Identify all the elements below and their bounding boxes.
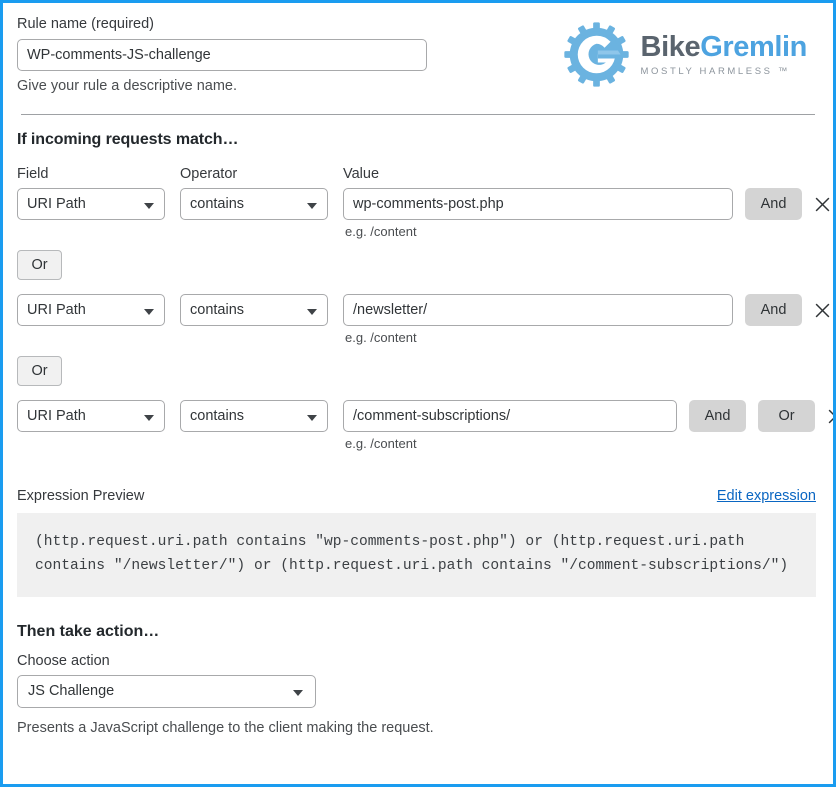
- or-button[interactable]: Or: [758, 400, 815, 432]
- operator-select[interactable]: contains: [180, 400, 328, 432]
- value-input[interactable]: [343, 188, 733, 220]
- chevron-down-icon: [144, 309, 154, 315]
- value-hint: e.g. /content: [345, 224, 417, 239]
- chevron-down-icon: [307, 203, 317, 209]
- logo-word-bike: Bike: [640, 30, 701, 63]
- remove-condition-button[interactable]: [827, 400, 833, 432]
- header-row: Rule name (required) Give your rule a de…: [17, 14, 819, 96]
- close-icon: [815, 197, 830, 211]
- action-select-value: JS Challenge: [28, 683, 115, 699]
- condition-row: URI Path contains e.g. /content And: [17, 188, 830, 239]
- chevron-down-icon: [144, 415, 154, 421]
- rule-editor-content: Rule name (required) Give your rule a de…: [3, 3, 833, 784]
- value-input[interactable]: [343, 294, 733, 326]
- bikegremlin-logo: BikeGremlin MOSTLY HARMLESS ™: [563, 21, 807, 88]
- and-button[interactable]: And: [745, 188, 802, 220]
- chevron-down-icon: [144, 203, 154, 209]
- chevron-down-icon: [307, 415, 317, 421]
- column-header-field: Field: [17, 166, 49, 182]
- condition-row: URI Path contains e.g. /content And: [17, 294, 830, 345]
- operator-select-value: contains: [190, 196, 245, 212]
- or-separator-button-1[interactable]: Or: [17, 250, 62, 280]
- gear-g-logo-icon: [563, 22, 629, 87]
- rule-name-group: Rule name (required) Give your rule a de…: [17, 14, 427, 96]
- field-select[interactable]: URI Path: [17, 400, 165, 432]
- logo-tagline: MOSTLY HARMLESS ™: [640, 65, 790, 77]
- field-select[interactable]: URI Path: [17, 188, 165, 220]
- chevron-down-icon: [293, 690, 303, 696]
- edit-expression-link[interactable]: Edit expression: [717, 488, 816, 504]
- value-group: e.g. /content: [343, 294, 733, 345]
- operator-select[interactable]: contains: [180, 294, 328, 326]
- rule-name-label: Rule name (required): [17, 16, 155, 32]
- field-select[interactable]: URI Path: [17, 294, 165, 326]
- remove-condition-button[interactable]: [814, 188, 831, 220]
- logo-wordmark: BikeGremlin MOSTLY HARMLESS ™: [640, 30, 808, 77]
- field-select-value: URI Path: [27, 196, 86, 212]
- value-input[interactable]: [343, 400, 677, 432]
- expression-preview-header: Expression Preview Edit expression: [17, 488, 819, 504]
- and-button[interactable]: And: [689, 400, 746, 432]
- remove-condition-button[interactable]: [814, 294, 831, 326]
- and-button[interactable]: And: [745, 294, 802, 326]
- logo-word-gremlin: Gremlin: [700, 30, 807, 63]
- expression-preview-text: (http.request.uri.path contains "wp-comm…: [17, 513, 816, 597]
- value-hint: e.g. /content: [345, 436, 417, 451]
- column-header-value: Value: [343, 166, 380, 182]
- action-description: Presents a JavaScript challenge to the c…: [17, 720, 434, 736]
- value-group: e.g. /content: [343, 188, 733, 239]
- chevron-down-icon: [307, 309, 317, 315]
- close-icon: [828, 409, 833, 423]
- logo-word: BikeGremlin: [640, 30, 808, 63]
- operator-select[interactable]: contains: [180, 188, 328, 220]
- rule-editor-window: Rule name (required) Give your rule a de…: [0, 0, 836, 787]
- operator-select-value: contains: [190, 408, 245, 424]
- or-separator-button-2[interactable]: Or: [17, 356, 62, 386]
- condition-column-headers: Field Operator Value: [17, 166, 819, 182]
- expression-preview-title: Expression Preview: [17, 488, 145, 504]
- operator-select-value: contains: [190, 302, 245, 318]
- rule-name-help-text: Give your rule a descriptive name.: [17, 78, 238, 94]
- choose-action-label: Choose action: [17, 653, 110, 669]
- action-select[interactable]: JS Challenge: [17, 675, 316, 708]
- field-select-value: URI Path: [27, 408, 86, 424]
- section-divider: [21, 114, 815, 115]
- field-select-value: URI Path: [27, 302, 86, 318]
- condition-row: URI Path contains e.g. /content And Or: [17, 400, 833, 451]
- rule-name-input[interactable]: [17, 39, 427, 71]
- match-section-heading: If incoming requests match…: [17, 131, 239, 148]
- close-icon: [815, 303, 830, 317]
- column-header-operator: Operator: [180, 166, 238, 182]
- value-hint: e.g. /content: [345, 330, 417, 345]
- value-group: e.g. /content: [343, 400, 677, 451]
- action-section-heading: Then take action…: [17, 623, 160, 640]
